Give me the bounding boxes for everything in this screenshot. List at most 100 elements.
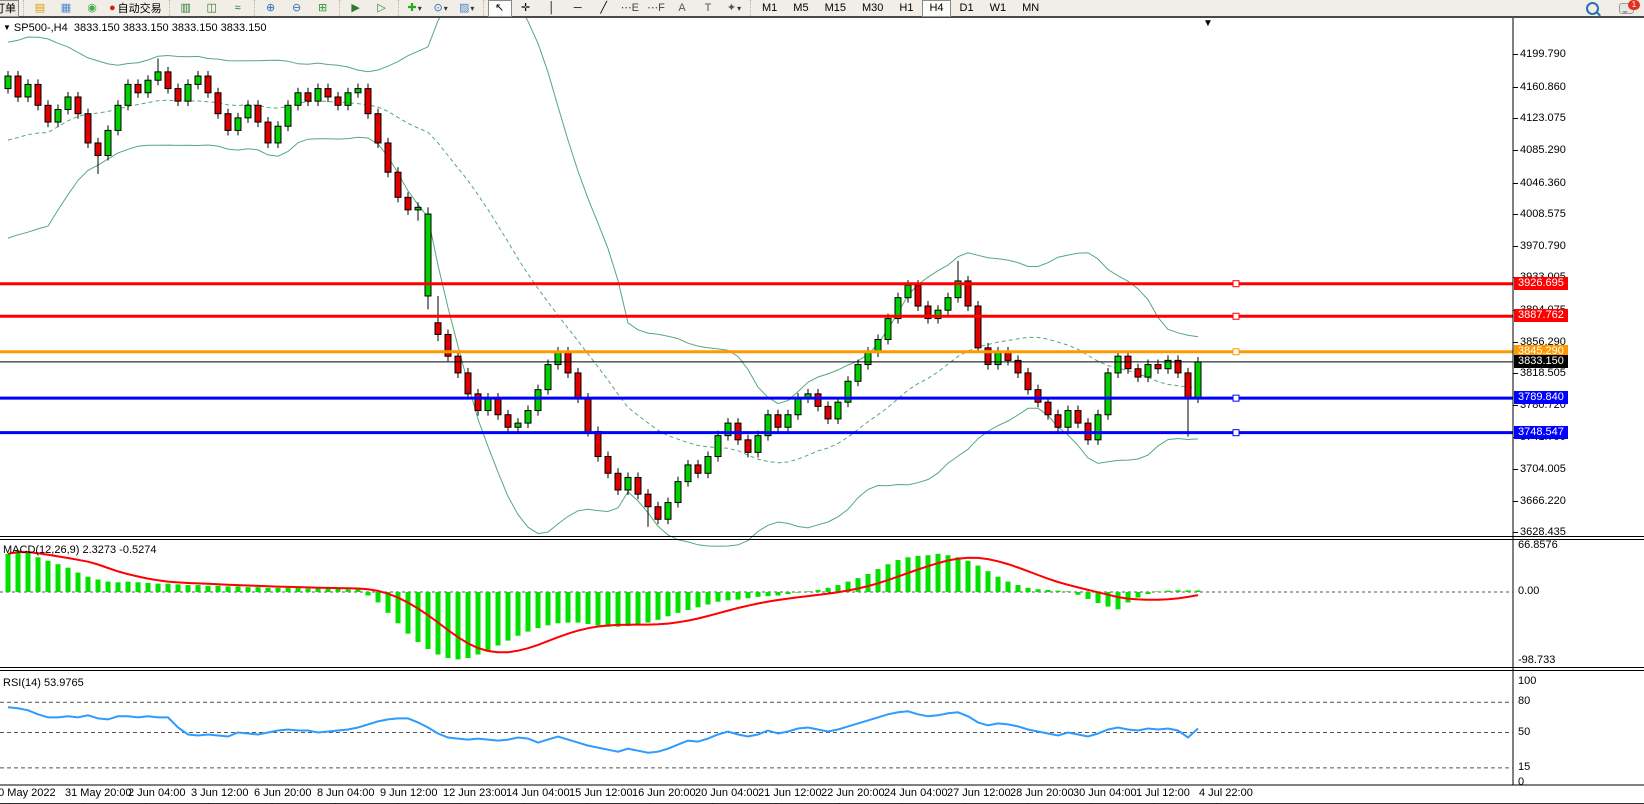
candle-body xyxy=(604,456,612,474)
zoom-in-button[interactable]: ⊕ xyxy=(259,0,283,17)
candle-body xyxy=(434,322,442,335)
autoscroll-button[interactable]: ▶ xyxy=(344,0,368,17)
line-handle[interactable] xyxy=(1232,312,1240,320)
line-handle[interactable] xyxy=(1232,429,1240,437)
line-chart-icon: ≈ xyxy=(234,2,241,14)
candle-body xyxy=(294,92,302,106)
text-label-icon: T xyxy=(704,2,712,14)
chevron-down-icon[interactable]: ▼ xyxy=(3,23,11,32)
candle-body xyxy=(164,71,172,90)
timeframe-m5-button[interactable]: M5 xyxy=(786,0,815,17)
timeframe-m1-button[interactable]: M1 xyxy=(755,0,784,17)
candle-body xyxy=(284,104,292,127)
candle-body xyxy=(944,297,952,311)
timeframe-d1-button[interactable]: D1 xyxy=(953,0,981,17)
candle-body xyxy=(84,113,92,144)
horizontal-line-button[interactable]: ─ xyxy=(566,0,590,17)
signal-button[interactable]: ◉ xyxy=(80,0,104,17)
line-handle[interactable] xyxy=(1232,280,1240,288)
zoom-out-button[interactable]: ⊖ xyxy=(285,0,309,17)
timeframe-m15-button[interactable]: M15 xyxy=(818,0,853,17)
price-line-badge: 3748.547 xyxy=(1514,425,1568,439)
indicators-button[interactable]: ✚ ▾ xyxy=(403,0,427,17)
price-tick-label: 4160.860 xyxy=(1513,80,1566,93)
timeframe-h4-button[interactable]: H4 xyxy=(922,0,951,17)
candle-body xyxy=(334,96,342,106)
candle-body xyxy=(404,196,412,211)
candle-body xyxy=(884,318,892,340)
time-tick-label: 28 Jun 20:00 xyxy=(1010,787,1074,799)
crosshair-button[interactable]: ✛ xyxy=(514,0,538,17)
chat-button[interactable]: 1 xyxy=(1606,0,1640,17)
chart-shift-button[interactable]: ▷ xyxy=(370,0,394,17)
candle-body xyxy=(274,125,282,144)
candle-body xyxy=(654,506,662,520)
template-button[interactable]: ▨ ▾ xyxy=(455,0,479,17)
timeframe-w1-button[interactable]: W1 xyxy=(983,0,1014,17)
autotrading-label: 自动交易 xyxy=(117,3,162,15)
candle-body xyxy=(1034,389,1042,403)
autotrading-button[interactable]: ● 自动交易 xyxy=(106,0,165,17)
timeframe-mn-button[interactable]: MN xyxy=(1015,0,1046,17)
zoom-in-icon: ⊕ xyxy=(266,2,276,14)
candle-body xyxy=(714,435,722,458)
candlestick-button[interactable]: ◫ xyxy=(200,0,224,17)
rsi-indicator-label: RSI(14) 53.9765 xyxy=(3,677,84,689)
chart-area[interactable]: ▼ SP500-,H4 3833.150 3833.150 3833.150 38… xyxy=(0,18,1644,804)
line-handle[interactable] xyxy=(1232,394,1240,402)
candle-body xyxy=(484,397,492,412)
history-button[interactable]: ▤ xyxy=(28,0,52,17)
macd-indicator-label: MACD(12,26,9) 2.3273 -0.5274 xyxy=(3,544,157,556)
candle-body xyxy=(234,117,242,131)
candle-body xyxy=(194,75,202,85)
candle-body xyxy=(514,422,522,428)
chart-shift-marker[interactable]: ▼ xyxy=(1203,18,1213,29)
trendline-button[interactable]: ╱ xyxy=(592,0,616,17)
candle-body xyxy=(474,393,482,412)
vertical-line-button[interactable]: │ xyxy=(540,0,564,17)
chart-canvas[interactable] xyxy=(0,18,1644,804)
candle-body xyxy=(374,113,382,144)
candle-body xyxy=(24,83,32,98)
candle-body xyxy=(204,75,212,94)
candle-body xyxy=(114,104,122,131)
candlestick-icon: ◫ xyxy=(206,2,217,14)
candle-body xyxy=(1194,361,1202,399)
candle-body xyxy=(744,439,752,453)
price-line-badge: 3887.762 xyxy=(1514,309,1568,323)
time-tick-label: 12 Jun 23:00 xyxy=(443,787,507,799)
price-tick-label: 4008.575 xyxy=(1513,208,1566,221)
new-order-button[interactable]: 订单 xyxy=(0,0,19,17)
candle-body xyxy=(74,96,82,115)
periods-button[interactable]: ⊙ ▾ xyxy=(429,0,453,17)
candle-body xyxy=(824,405,832,420)
candle-body xyxy=(454,355,462,374)
timeframe-m30-button[interactable]: M30 xyxy=(855,0,890,17)
chart-window-button[interactable]: ▦ xyxy=(54,0,78,17)
candle-body xyxy=(634,476,642,495)
candle-body xyxy=(4,75,12,90)
candle-body xyxy=(674,481,682,504)
line-handle[interactable] xyxy=(1232,348,1240,356)
candle-body xyxy=(524,410,532,424)
timeframe-h1-button[interactable]: H1 xyxy=(892,0,920,17)
line-chart-button[interactable]: ≈ xyxy=(226,0,250,17)
search-button[interactable] xyxy=(1580,0,1604,17)
fibonacci-button[interactable]: ⋯F xyxy=(644,0,668,17)
text-button[interactable]: A xyxy=(670,0,694,17)
text-label-button[interactable]: T xyxy=(696,0,720,17)
candle-body xyxy=(574,372,582,399)
arrows-icon: ✦ xyxy=(726,2,737,14)
candle-body xyxy=(914,284,922,307)
bar-chart-button[interactable]: ▥ xyxy=(174,0,198,17)
equidistant-channel-button[interactable]: ⋯E xyxy=(618,0,642,17)
candle-body xyxy=(704,456,712,474)
time-tick-label: 1 Jul 12:00 xyxy=(1136,787,1190,799)
candle-body xyxy=(864,351,872,366)
candle-body xyxy=(814,393,822,407)
candle-body xyxy=(1044,401,1052,416)
cursor-button[interactable]: ↖ xyxy=(487,0,512,17)
arrows-button[interactable]: ✦ ▾ xyxy=(722,0,746,17)
candle-body xyxy=(1054,414,1062,428)
tile-windows-button[interactable]: ⊞ xyxy=(311,0,335,17)
